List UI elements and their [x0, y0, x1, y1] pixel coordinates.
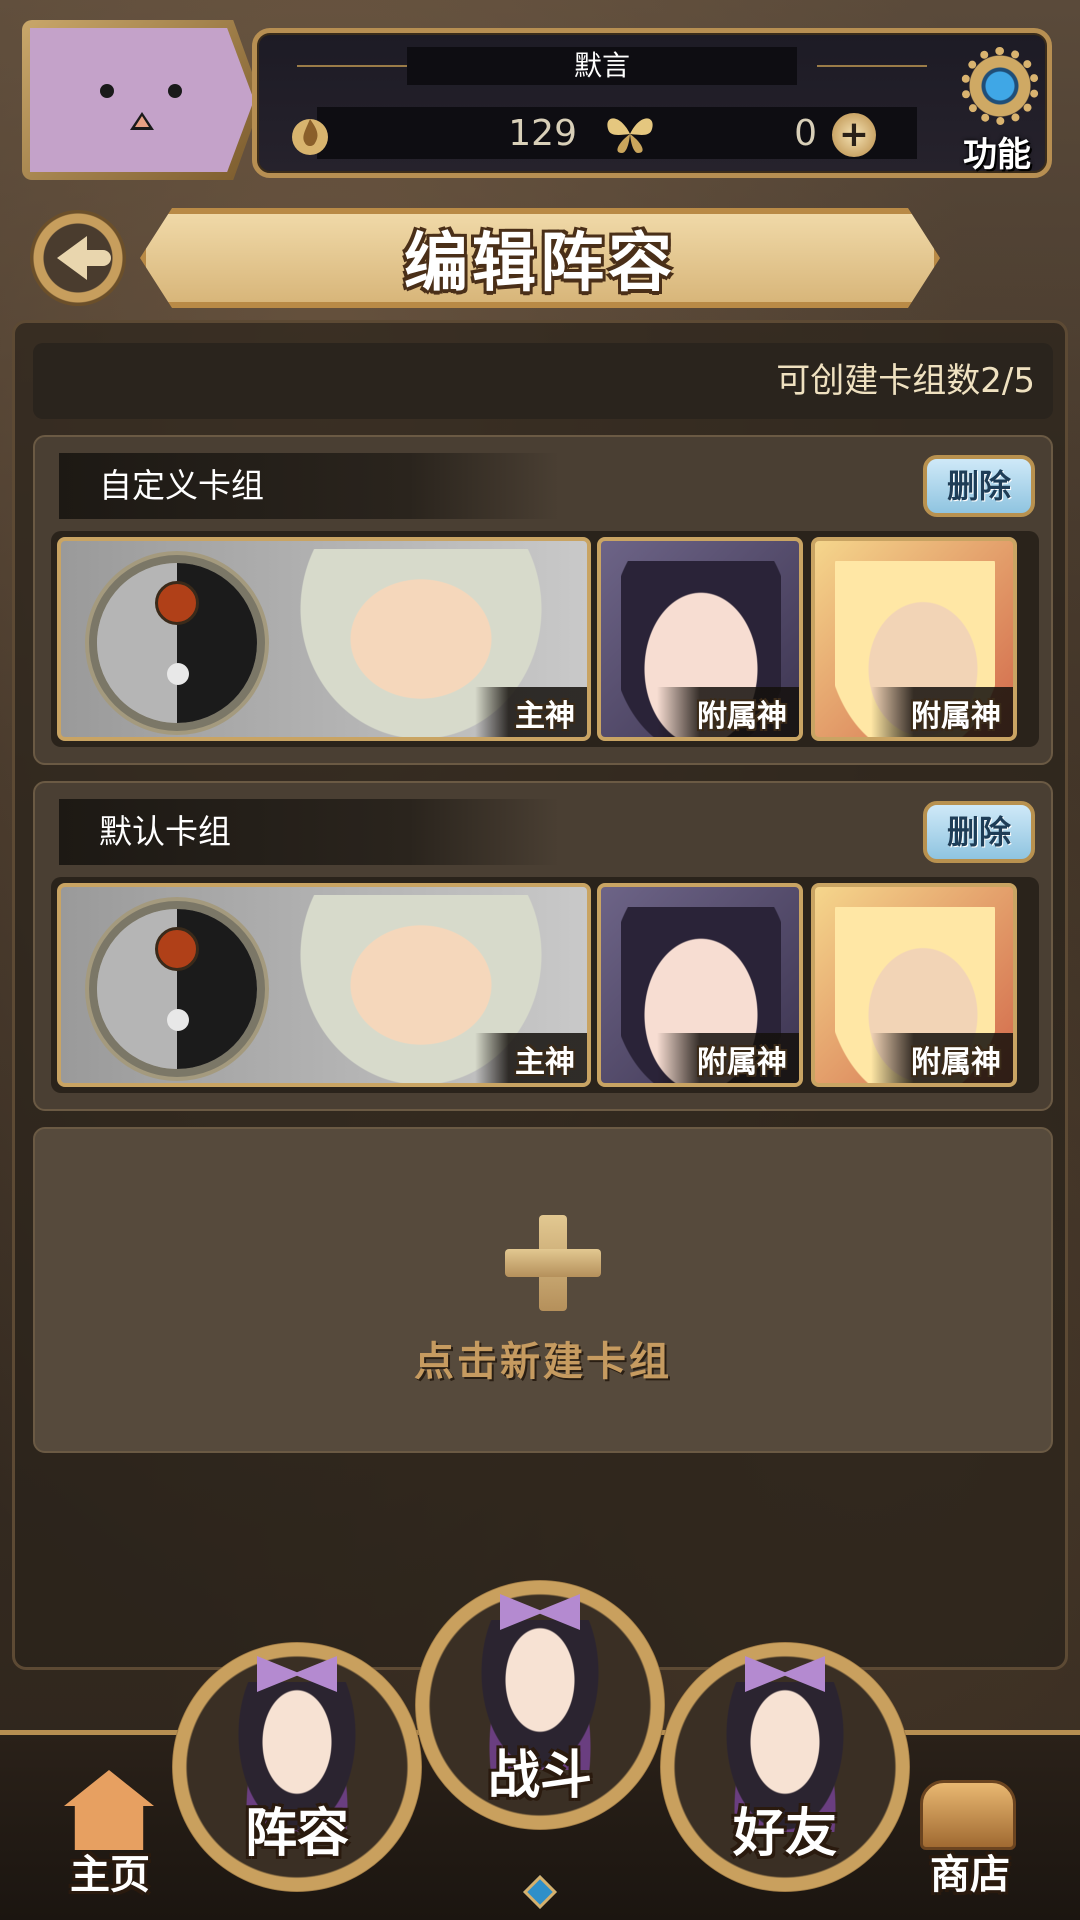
card-role-label: 附属神: [871, 1033, 1013, 1083]
coin-count: 129: [508, 113, 577, 154]
yinyang-icon: [97, 909, 257, 1069]
top-bar: 默言 129 0 + 功能: [12, 8, 1068, 180]
card-role-label: 附属神: [657, 687, 799, 737]
page-title: 编辑阵容: [404, 227, 676, 301]
card-strip: 主神 附属神 附属神: [51, 531, 1039, 747]
gear-icon: [961, 47, 1039, 125]
function-button[interactable]: 功能: [947, 43, 1047, 175]
avatar-mouth: [130, 112, 154, 130]
gem-count: 0: [794, 113, 817, 154]
divider: [297, 65, 407, 67]
new-deck-label: 点击新建卡组: [414, 1339, 672, 1385]
nav-team[interactable]: 阵容: [172, 1642, 422, 1892]
nav-home[interactable]: 主页: [50, 1750, 170, 1920]
nav-team-label: 阵容: [244, 1804, 349, 1864]
nav-battle-label: 战斗: [487, 1746, 592, 1806]
avatar-eye-right: [168, 84, 182, 98]
function-label: 功能: [963, 135, 1031, 175]
back-button[interactable]: [30, 210, 126, 306]
sub-god-card[interactable]: 附属神: [597, 883, 803, 1087]
deck-count-indicator: 可创建卡组数2/5: [33, 343, 1053, 419]
main-god-card[interactable]: 主神: [57, 537, 591, 741]
flame-coin-icon: [292, 119, 328, 155]
nav-shop-label: 商店: [930, 1852, 1010, 1898]
card-role-label: 主神: [475, 687, 587, 737]
card-role-label: 附属神: [657, 1033, 799, 1083]
nav-friends-label: 好友: [732, 1804, 837, 1864]
delete-deck-button[interactable]: 删除: [923, 801, 1035, 863]
nav-battle[interactable]: 战斗: [415, 1580, 665, 1830]
avatar-face: [30, 28, 254, 172]
yinyang-icon: [97, 563, 257, 723]
yinyang-dot: [167, 1009, 189, 1031]
nav-home-label: 主页: [70, 1852, 150, 1898]
card-strip: 主神 附属神 附属神: [51, 877, 1039, 1093]
avatar[interactable]: [22, 20, 262, 180]
deck-name: 自定义卡组: [59, 453, 559, 519]
chest-icon: [920, 1780, 1016, 1850]
plus-icon: [505, 1215, 601, 1311]
avatar-eye-left: [100, 84, 114, 98]
sub-god-card[interactable]: 附属神: [811, 537, 1017, 741]
nav-friends[interactable]: 好友: [660, 1642, 910, 1892]
deck-name: 默认卡组: [59, 799, 559, 865]
yinyang-dot: [167, 663, 189, 685]
delete-deck-button[interactable]: 删除: [923, 455, 1035, 517]
add-currency-button[interactable]: +: [832, 113, 876, 157]
player-name: 默言: [407, 47, 797, 85]
card-role-label: 主神: [475, 1033, 587, 1083]
player-info-panel: 默言 129 0 + 功能: [252, 28, 1052, 178]
sub-god-card[interactable]: 附属神: [811, 883, 1017, 1087]
main-god-card[interactable]: 主神: [57, 883, 591, 1087]
nav-shop[interactable]: 商店: [910, 1750, 1030, 1920]
main-panel: 可创建卡组数2/5 自定义卡组 删除 主神 附属神 附属神 默认卡组 删除 主神…: [12, 320, 1068, 1670]
title-banner: 编辑阵容: [140, 208, 940, 308]
card-role-label: 附属神: [871, 687, 1013, 737]
house-icon: [64, 1770, 154, 1850]
sub-god-card[interactable]: 附属神: [597, 537, 803, 741]
yinyang-dot: [155, 581, 199, 625]
new-deck-button[interactable]: 点击新建卡组: [33, 1127, 1053, 1453]
yinyang-dot: [155, 927, 199, 971]
divider: [817, 65, 927, 67]
back-arrow-icon: [57, 236, 111, 280]
deck-card: 自定义卡组 删除 主神 附属神 附属神: [33, 435, 1053, 765]
deck-card: 默认卡组 删除 主神 附属神 附属神: [33, 781, 1053, 1111]
butterfly-icon: [607, 118, 653, 153]
